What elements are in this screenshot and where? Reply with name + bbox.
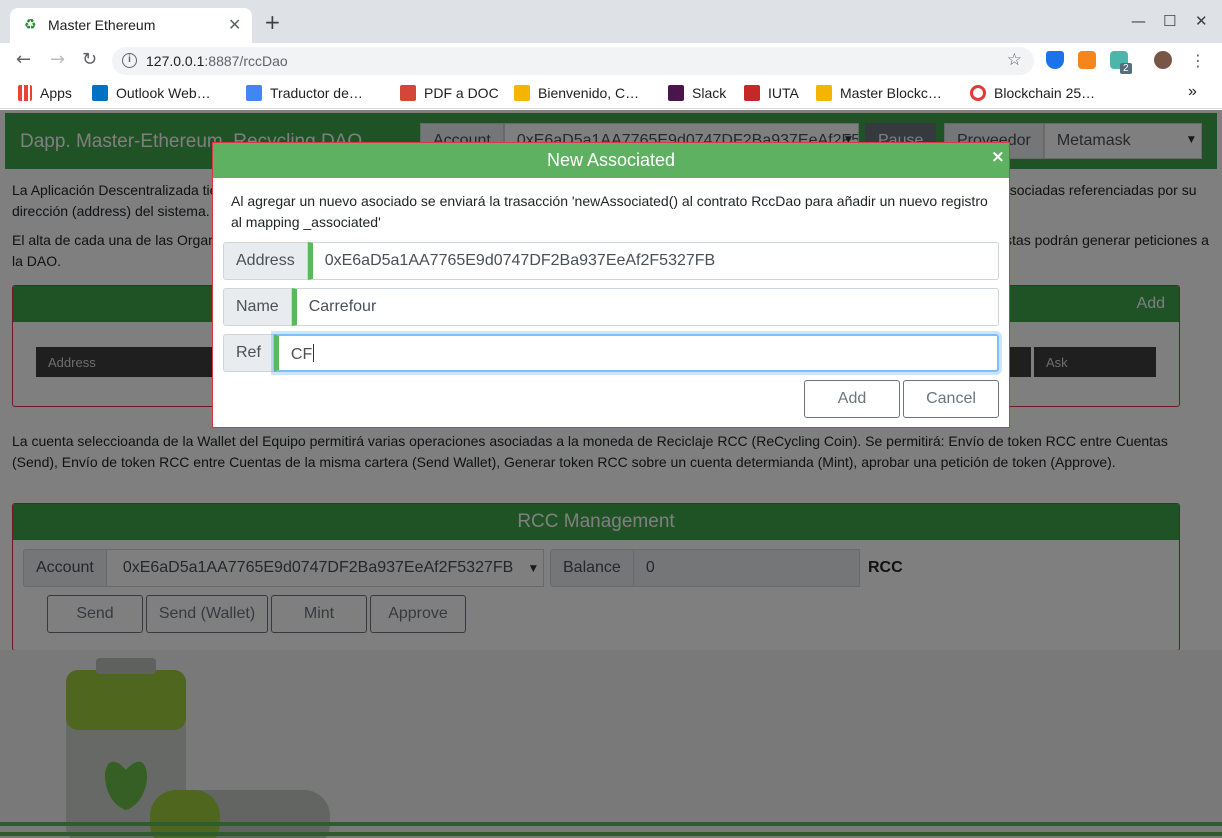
pencil-icon <box>514 85 530 101</box>
pdf-icon <box>400 85 416 101</box>
bookmark-slack[interactable]: Slack <box>668 85 726 101</box>
name-input[interactable]: Carrefour <box>291 288 999 326</box>
address-label: Address <box>223 242 308 280</box>
profile-avatar[interactable] <box>1154 51 1172 69</box>
recycle-icon: ♻ <box>24 17 37 33</box>
browser-tab[interactable]: ♻ Master Ethereum ✕ <box>10 8 252 43</box>
slack-icon <box>668 85 684 101</box>
outlook-icon <box>92 85 108 101</box>
shield-extension-icon[interactable] <box>1046 51 1064 69</box>
close-tab-icon[interactable]: ✕ <box>228 15 241 34</box>
back-icon[interactable]: ← <box>16 50 31 70</box>
browser-toolbar: ← → ↻ i 127.0.0.1:8887/rccDao ☆ 2 ⋮ <box>0 43 1222 79</box>
bookmark-pdf[interactable]: PDF a DOC <box>400 85 499 101</box>
maximize-icon[interactable]: ☐ <box>1163 12 1176 30</box>
ref-label: Ref <box>223 334 274 372</box>
close-icon[interactable]: × <box>991 140 1005 174</box>
bookmark-apps[interactable]: Apps <box>18 85 72 101</box>
reload-icon[interactable]: ↻ <box>82 50 97 70</box>
address-input[interactable]: 0xE6aD5a1AA7765E9d0747DF2Ba937EeAf2F5327… <box>307 242 999 280</box>
bookmark-welcome[interactable]: Bienvenido, C… <box>514 85 639 101</box>
bookmark-blockchain[interactable]: Blockchain 25… <box>970 85 1095 101</box>
extension-badge: 2 <box>1120 63 1132 74</box>
bookmark-translator[interactable]: Traductor de… <box>246 85 363 101</box>
address-bar[interactable]: i 127.0.0.1:8887/rccDao ☆ <box>112 47 1034 75</box>
modal-header: New Associated × <box>213 143 1009 178</box>
window-close-icon[interactable]: ✕ <box>1195 12 1208 30</box>
add-button[interactable]: Add <box>804 380 900 418</box>
modal-title: New Associated <box>546 150 676 170</box>
text-cursor <box>313 344 315 362</box>
minimize-icon[interactable]: — <box>1131 12 1146 30</box>
ref-input-group: Ref CF <box>223 334 999 372</box>
blockchain-icon <box>970 85 986 101</box>
bookmark-star-icon[interactable]: ☆ <box>1007 50 1022 70</box>
apps-grid-icon <box>18 85 32 101</box>
cancel-button[interactable]: Cancel <box>903 380 999 418</box>
pencil-icon <box>816 85 832 101</box>
tab-bar: ♻ Master Ethereum ✕ + — ☐ ✕ <box>0 0 1222 43</box>
modal-description: Al agregar un nuevo asociado se enviará … <box>231 193 988 230</box>
address-input-group: Address 0xE6aD5a1AA7765E9d0747DF2Ba937Ee… <box>223 242 999 280</box>
bookmark-iuta[interactable]: IUTA <box>744 85 799 101</box>
menu-icon[interactable]: ⋮ <box>1190 51 1206 71</box>
forward-icon[interactable]: → <box>50 50 65 70</box>
name-label: Name <box>223 288 292 326</box>
name-input-group: Name Carrefour <box>223 288 999 326</box>
iuta-icon <box>744 85 760 101</box>
bookmark-outlook[interactable]: Outlook Web… <box>92 85 211 101</box>
bookmark-master[interactable]: Master Blockc… <box>816 85 942 101</box>
url-text: 127.0.0.1:8887/rccDao <box>146 53 288 69</box>
bookmarks-bar: Apps Outlook Web… Traductor de… PDF a DO… <box>0 79 1222 109</box>
new-associated-modal: New Associated × Al agregar un nuevo aso… <box>212 142 1010 428</box>
translate-icon <box>246 85 262 101</box>
new-tab-button[interactable]: + <box>264 12 281 32</box>
more-bookmarks-icon[interactable]: » <box>1188 83 1197 101</box>
metamask-icon[interactable] <box>1078 51 1096 69</box>
tab-title: Master Ethereum <box>48 17 156 33</box>
info-icon[interactable]: i <box>122 53 137 68</box>
ref-input[interactable]: CF <box>273 334 999 372</box>
